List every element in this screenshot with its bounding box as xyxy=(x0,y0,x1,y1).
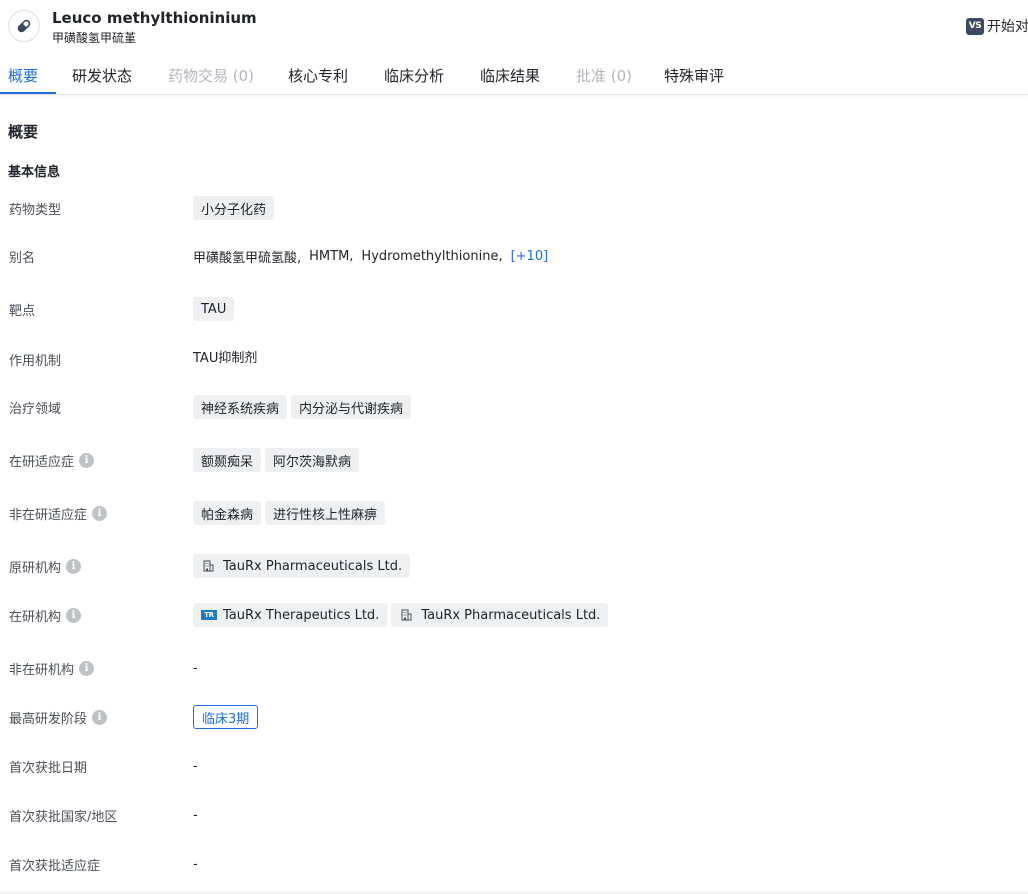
field-label: 非在研机构 i xyxy=(9,659,95,678)
drug-cn-name: 甲磺酸氢甲硫堇 xyxy=(52,31,137,45)
info-icon[interactable]: i xyxy=(79,661,95,676)
field-value: - xyxy=(193,856,198,872)
field-value: TR TauRx Therapeutics Ltd. TauRx Pharmac… xyxy=(193,602,612,628)
field-label: 在研机构 i xyxy=(9,606,82,625)
field-value: TAU xyxy=(193,296,238,322)
divider xyxy=(0,892,1028,893)
basic-info-title: 基本信息 xyxy=(8,165,61,180)
taurx-logo-icon: TR xyxy=(201,610,217,620)
phase-badge[interactable]: 临床3期 xyxy=(193,705,259,729)
field-first-approval-date: 首次获批日期 - xyxy=(0,753,1028,779)
building-icon xyxy=(203,560,214,572)
field-value: - xyxy=(193,660,198,676)
drug-name: Leuco methylthioninium xyxy=(52,9,257,27)
info-icon[interactable]: i xyxy=(79,453,95,468)
tab-special-review[interactable]: 特殊审评 xyxy=(664,65,724,86)
field-highest-phase: 最高研发阶段 i 临床3期 xyxy=(0,704,1028,730)
pill-icon xyxy=(8,10,40,42)
field-value: TAU抑制剂 xyxy=(193,350,258,366)
org-name: TauRx Pharmaceuticals Ltd. xyxy=(421,607,601,623)
indication-tag[interactable]: 帕金森病 xyxy=(193,501,262,525)
org-tag[interactable]: TauRx Pharmaceuticals Ltd. xyxy=(193,554,411,578)
tab-clinical-analysis[interactable]: 临床分析 xyxy=(384,65,444,86)
field-label: 首次获批国家/地区 xyxy=(9,810,118,825)
field-label: 作用机制 xyxy=(9,354,62,369)
indication-tag[interactable]: 额颞痴呆 xyxy=(193,448,262,472)
field-first-approval-country: 首次获批国家/地区 - xyxy=(0,802,1028,828)
tab-overview[interactable]: 概要 xyxy=(8,65,38,86)
therapeutic-area-tag[interactable]: 内分泌与代谢疾病 xyxy=(291,395,412,419)
vs-icon: VS xyxy=(966,17,984,35)
field-value: 甲磺酸氢甲硫氢酸, HMTM, Hydromethylthionine, [+1… xyxy=(193,243,548,269)
field-value: - xyxy=(193,758,198,774)
field-label: 靶点 xyxy=(9,304,36,319)
field-label: 药物类型 xyxy=(9,203,62,218)
field-inactive-org: 非在研机构 i - xyxy=(0,655,1028,681)
field-value: TauRx Pharmaceuticals Ltd. xyxy=(193,553,414,579)
info-icon[interactable]: i xyxy=(66,559,82,574)
tab-rd-status[interactable]: 研发状态 xyxy=(72,65,132,86)
field-originator: 原研机构 i TauRx Pharmaceuticals Ltd. xyxy=(0,553,1028,579)
field-value: 临床3期 xyxy=(193,704,259,730)
org-name: TauRx Therapeutics Ltd. xyxy=(223,607,380,623)
field-label: 首次获批日期 xyxy=(9,761,88,776)
tab-drug-deals[interactable]: 药物交易 (0) xyxy=(168,65,254,86)
tab-clinical-results[interactable]: 临床结果 xyxy=(480,65,540,86)
alias-more-link[interactable]: [+10] xyxy=(511,249,549,264)
field-value: 帕金森病 进行性核上性麻痹 xyxy=(193,500,389,526)
info-icon[interactable]: i xyxy=(92,506,108,521)
info-icon[interactable]: i xyxy=(66,608,82,623)
field-target: 靶点 TAU xyxy=(0,296,1028,322)
field-label: 首次获批适应症 xyxy=(9,859,101,874)
building-icon xyxy=(401,609,412,621)
field-label: 治疗领域 xyxy=(9,402,62,417)
field-first-approval-indication: 首次获批适应症 - xyxy=(0,851,1028,877)
field-active-indication: 在研适应症 i 额颞痴呆 阿尔茨海默病 xyxy=(0,447,1028,473)
tab-approvals[interactable]: 批准 (0) xyxy=(576,65,632,86)
field-mechanism: 作用机制 TAU抑制剂 xyxy=(0,343,1028,370)
field-label: 非在研适应症 i xyxy=(9,504,108,523)
section-title: 概要 xyxy=(8,123,39,141)
org-name: TauRx Pharmaceuticals Ltd. xyxy=(223,558,403,574)
field-active-org: 在研机构 i TR TauRx Therapeutics Ltd. TauRx P… xyxy=(0,602,1028,628)
field-label: 别名 xyxy=(9,251,36,266)
target-tag[interactable]: TAU xyxy=(193,297,235,321)
field-therapeutic-area: 治疗领域 神经系统疾病 内分泌与代谢疾病 xyxy=(0,394,1028,420)
info-icon[interactable]: i xyxy=(92,710,108,725)
tab-core-patents[interactable]: 核心专利 xyxy=(288,65,348,86)
indication-tag[interactable]: 进行性核上性麻痹 xyxy=(265,501,386,525)
field-inactive-indication: 非在研适应症 i 帕金森病 进行性核上性麻痹 xyxy=(0,500,1028,526)
active-tab-indicator xyxy=(0,92,56,94)
indication-tag[interactable]: 阿尔茨海默病 xyxy=(265,448,360,472)
org-tag[interactable]: TauRx Pharmaceuticals Ltd. xyxy=(391,603,609,627)
field-alias: 别名 甲磺酸氢甲硫氢酸, HMTM, Hydromethylthionine, … xyxy=(0,243,1028,269)
field-value: 额颞痴呆 阿尔茨海默病 xyxy=(193,447,363,473)
alias-item: Hydromethylthionine, xyxy=(361,248,503,264)
field-label: 最高研发阶段 i xyxy=(9,708,108,727)
field-label: 原研机构 i xyxy=(9,557,82,576)
field-label: 在研适应症 i xyxy=(9,451,95,470)
field-value: 神经系统疾病 内分泌与代谢疾病 xyxy=(193,394,415,420)
alias-item: 甲磺酸氢甲硫氢酸, xyxy=(193,250,302,266)
therapeutic-area-tag[interactable]: 神经系统疾病 xyxy=(193,395,288,419)
tab-bar: 概要 研发状态 药物交易 (0) 核心专利 临床分析 临床结果 批准 (0) 特… xyxy=(0,56,1028,95)
field-value: - xyxy=(193,807,198,823)
compare-label: 开始对 xyxy=(987,19,1028,35)
field-drug-type: 药物类型 小分子化药 xyxy=(0,195,1028,221)
field-value: 小分子化药 xyxy=(193,195,278,221)
drug-type-tag[interactable]: 小分子化药 xyxy=(193,196,275,220)
alias-item: HMTM, xyxy=(309,248,354,264)
drug-header: Leuco methylthioninium 甲磺酸氢甲硫堇 VS 开始对 xyxy=(0,0,1028,52)
compare-button[interactable]: VS 开始对 xyxy=(966,17,1028,35)
org-tag[interactable]: TR TauRx Therapeutics Ltd. xyxy=(193,603,388,627)
